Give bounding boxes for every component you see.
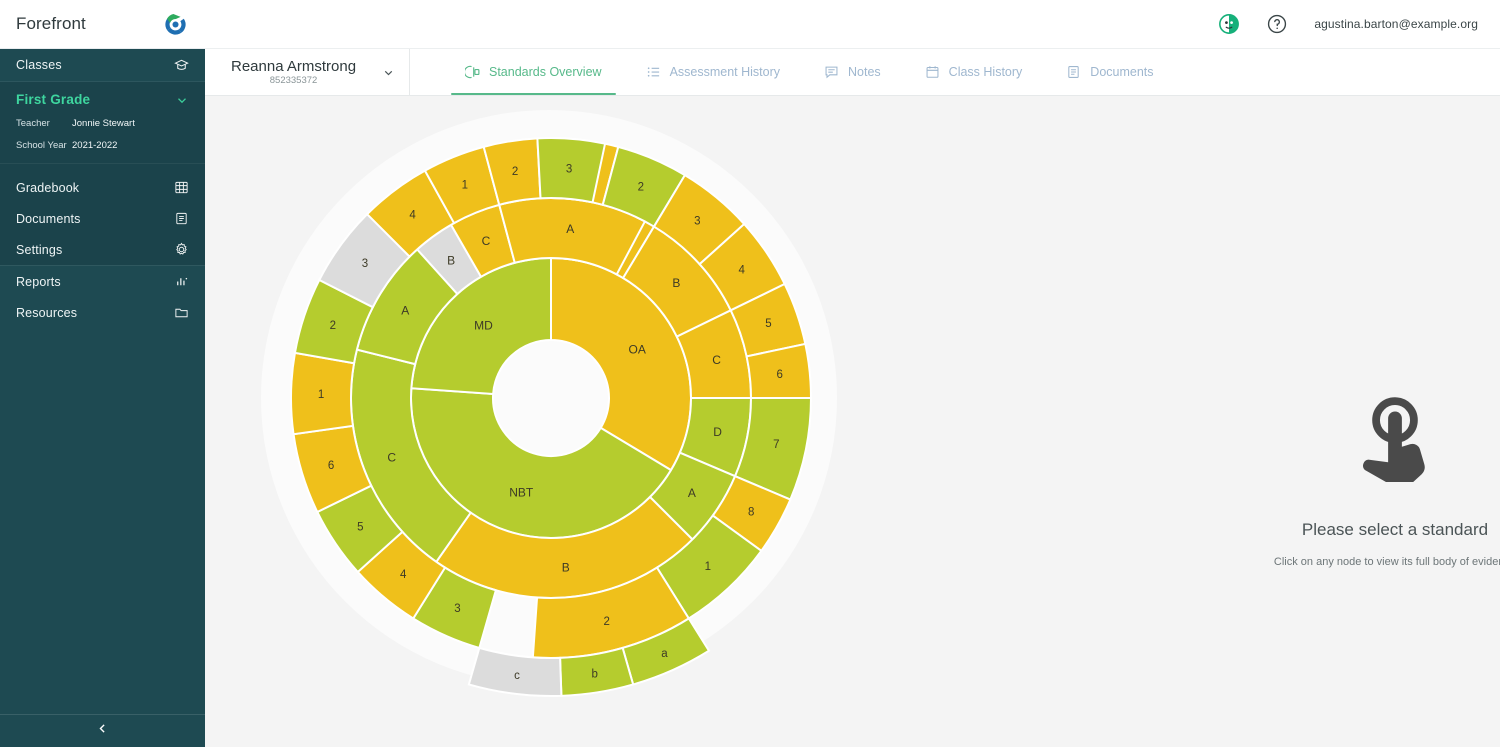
tab-assessment-history[interactable]: Assessment History (624, 48, 802, 95)
user-avatar-icon[interactable] (1218, 13, 1240, 35)
question-circle-icon[interactable] (1266, 13, 1288, 35)
sidebar-teacher-value: Jonnie Stewart (72, 118, 135, 129)
sidebar-class-name: First Grade (16, 92, 91, 107)
sidebar-item-settings[interactable]: Settings (0, 234, 205, 265)
sidebar-item-gradebook-label: Gradebook (16, 180, 80, 195)
empty-state: Please select a standard Click on any no… (1085, 396, 1500, 568)
forefront-circular-logo-icon (162, 11, 189, 38)
note-icon (824, 64, 839, 79)
calendar-icon (925, 64, 940, 79)
user-email[interactable]: agustina.barton@example.org (1314, 17, 1478, 31)
sidebar: Forefront Classes First Grade Teacher Jo… (0, 0, 205, 747)
sidebar-spacer (0, 328, 205, 714)
tab-documents-label: Documents (1090, 64, 1154, 79)
sidebar-item-documents[interactable]: Documents (0, 203, 205, 234)
empty-state-subtitle: Click on any node to view its full body … (1273, 556, 1500, 568)
sidebar-teacher-label: Teacher (16, 118, 50, 129)
sunburst-node[interactable]: 1 (290, 351, 356, 436)
sidebar-nav-items: Gradebook Documents Settings Reports Res… (0, 164, 205, 328)
sidebar-teacher-row: Teacher Jonnie Stewart (16, 118, 189, 129)
sunburst-node[interactable]: 3 (536, 137, 607, 204)
tab-class-history-label: Class History (948, 64, 1023, 79)
sidebar-item-documents-label: Documents (16, 211, 81, 226)
tap-hand-icon (1352, 396, 1438, 484)
tab-bar: Standards Overview Assessment History No… (410, 49, 1176, 95)
sidebar-item-resources[interactable]: Resources (0, 297, 205, 328)
sidebar-item-resources-label: Resources (16, 305, 78, 320)
sidebar-item-classes-label: Classes (16, 58, 62, 72)
brand-header: Forefront (0, 0, 205, 49)
chevron-down-icon[interactable] (382, 66, 395, 79)
tab-class-history[interactable]: Class History (903, 48, 1045, 95)
chevron-left-icon[interactable] (96, 722, 109, 740)
brand-name: Forefront (16, 14, 86, 33)
sidebar-item-reports[interactable]: Reports (0, 266, 205, 297)
chevron-down-icon[interactable] (174, 92, 189, 107)
student-id: 852335372 (269, 75, 318, 87)
student-name: Reanna Armstrong (231, 57, 357, 75)
sunburst-svg[interactable]: OANBTMDABCDABCABCA1234567812abc345612341… (251, 102, 851, 747)
student-selector[interactable]: Reanna Armstrong 852335372 (205, 49, 410, 96)
sidebar-item-settings-label: Settings (16, 242, 63, 257)
topbar: agustina.barton@example.org (205, 0, 1500, 49)
gear-icon (174, 242, 189, 257)
tab-standards-overview[interactable]: Standards Overview (443, 48, 624, 95)
sidebar-class-header[interactable]: First Grade (16, 92, 189, 107)
sidebar-school-year-label: School Year (16, 140, 67, 151)
sidebar-class-block[interactable]: First Grade Teacher Jonnie Stewart Schoo… (0, 82, 205, 164)
document-icon (174, 211, 189, 226)
grid-icon (174, 180, 189, 195)
sidebar-item-classes[interactable]: Classes (0, 49, 205, 82)
content-panel: First Grade: CCSS OANBTMDABCDABCABCA1234… (205, 96, 1500, 747)
list-icon (646, 64, 661, 79)
student-identity: Reanna Armstrong 852335372 (231, 57, 357, 87)
folder-icon (174, 305, 189, 320)
document-icon (1066, 64, 1081, 79)
sidebar-school-year-value: 2021-2022 (72, 140, 118, 151)
tab-notes[interactable]: Notes (802, 48, 903, 95)
sidebar-item-gradebook[interactable]: Gradebook (0, 172, 205, 203)
tab-notes-label: Notes (848, 64, 881, 79)
sidebar-school-year-row: School Year 2021-2022 (16, 140, 189, 151)
tab-standards-overview-label: Standards Overview (489, 64, 602, 79)
sub-navigation-bar: Reanna Armstrong 852335372 Standards Ove… (205, 49, 1500, 96)
tab-assessment-history-label: Assessment History (669, 64, 781, 79)
bar-chart-icon (174, 274, 189, 289)
sidebar-item-reports-label: Reports (16, 274, 61, 289)
tab-documents[interactable]: Documents (1044, 48, 1175, 95)
main-area: agustina.barton@example.org Reanna Armst… (205, 0, 1500, 747)
standards-sunburst-chart[interactable]: OANBTMDABCDABCABCA1234567812abc345612341… (251, 102, 851, 747)
sidebar-collapse-button[interactable] (0, 714, 205, 747)
graduation-cap-icon (174, 58, 189, 73)
empty-state-title: Please select a standard (1301, 520, 1489, 539)
app-root: Forefront Classes First Grade Teacher Jo… (0, 0, 1500, 747)
standards-icon (465, 64, 480, 79)
